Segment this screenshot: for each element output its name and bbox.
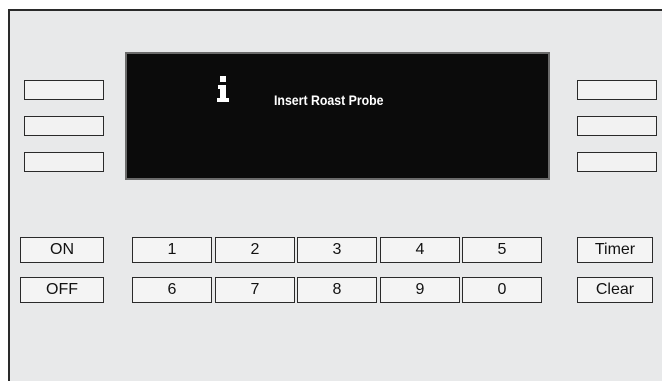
on-button[interactable]: ON xyxy=(20,237,104,263)
left-softkey-2[interactable] xyxy=(24,116,104,136)
left-softkey-3[interactable] xyxy=(24,152,104,172)
key-6[interactable]: 6 xyxy=(132,277,212,303)
left-softkey-1[interactable] xyxy=(24,80,104,100)
key-5[interactable]: 5 xyxy=(462,237,542,263)
control-panel: Insert Roast Probe ON OFF 1 2 3 4 5 6 7 … xyxy=(8,9,662,381)
display-screen: Insert Roast Probe xyxy=(125,52,550,180)
key-2[interactable]: 2 xyxy=(215,237,295,263)
display-message: Insert Roast Probe xyxy=(274,92,384,108)
right-softkey-3[interactable] xyxy=(577,152,657,172)
key-8[interactable]: 8 xyxy=(297,277,377,303)
right-softkey-2[interactable] xyxy=(577,116,657,136)
key-7[interactable]: 7 xyxy=(215,277,295,303)
timer-button[interactable]: Timer xyxy=(577,237,653,263)
key-0[interactable]: 0 xyxy=(462,277,542,303)
key-9[interactable]: 9 xyxy=(380,277,460,303)
key-4[interactable]: 4 xyxy=(380,237,460,263)
key-1[interactable]: 1 xyxy=(132,237,212,263)
key-3[interactable]: 3 xyxy=(297,237,377,263)
right-softkey-1[interactable] xyxy=(577,80,657,100)
off-button[interactable]: OFF xyxy=(20,277,104,303)
info-icon xyxy=(217,76,229,102)
clear-button[interactable]: Clear xyxy=(577,277,653,303)
